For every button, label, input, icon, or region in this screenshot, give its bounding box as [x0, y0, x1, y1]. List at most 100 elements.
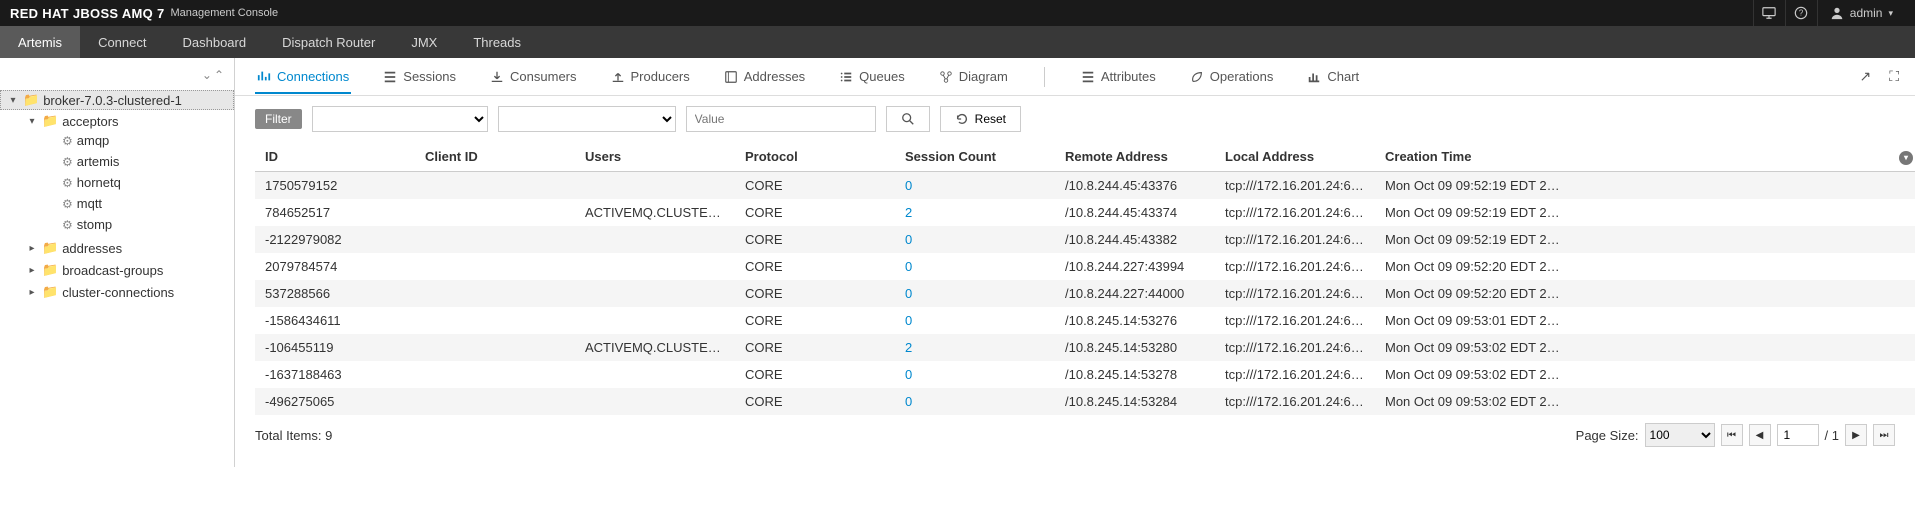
- table-cell: [415, 199, 575, 226]
- tree-label: stomp: [77, 217, 112, 232]
- tree-node-cluster-connections[interactable]: ▸ 📁 cluster-connections: [0, 283, 234, 301]
- table-cell: [575, 253, 735, 280]
- column-header[interactable]: Remote Address: [1055, 142, 1215, 172]
- tree-node-broadcast-groups[interactable]: ▸ 📁 broadcast-groups: [0, 261, 234, 279]
- first-page-button[interactable]: ⏮: [1721, 424, 1743, 446]
- column-picker-icon[interactable]: ▾: [1899, 151, 1913, 165]
- folder-icon: 📁: [42, 113, 58, 129]
- table-cell: CORE: [735, 253, 895, 280]
- table-cell: [415, 253, 575, 280]
- tree-node-mqtt[interactable]: ⚙ mqtt: [0, 195, 234, 212]
- tree-label: cluster-connections: [62, 285, 174, 300]
- column-header[interactable]: Client ID: [415, 142, 575, 172]
- tree-label: broadcast-groups: [62, 263, 163, 278]
- column-header[interactable]: Local Address: [1215, 142, 1375, 172]
- session-count-link[interactable]: 0: [905, 232, 912, 247]
- session-count-link[interactable]: 0: [905, 367, 912, 382]
- column-header[interactable]: Protocol: [735, 142, 895, 172]
- table-cell: -496275065: [255, 388, 415, 415]
- table-cell: -2122979082: [255, 226, 415, 253]
- caret-down-icon: ▾: [7, 95, 19, 106]
- table-cell: tcp:///172.16.201.24:61616: [1215, 199, 1375, 226]
- tree-label: addresses: [62, 241, 122, 256]
- subtab-addresses[interactable]: Addresses: [722, 61, 807, 93]
- reset-label: Reset: [975, 112, 1006, 126]
- gear-icon: ⚙: [62, 155, 73, 169]
- table-cell: /10.8.244.227:43994: [1055, 253, 1215, 280]
- column-header[interactable]: Creation Time: [1375, 142, 1889, 172]
- subtab-diagram[interactable]: Diagram: [937, 61, 1010, 93]
- reset-button[interactable]: Reset: [940, 106, 1021, 132]
- tree-node-addresses[interactable]: ▸ 📁 addresses: [0, 239, 234, 257]
- table-row[interactable]: -106455119ACTIVEMQ.CLUSTER.ADMI…CORE2/10…: [255, 334, 1915, 361]
- external-link-icon[interactable]: ↗: [1859, 68, 1871, 85]
- tree-node-acceptors[interactable]: ▾ 📁 acceptors: [0, 112, 234, 130]
- subtab-consumers[interactable]: Consumers: [488, 61, 578, 93]
- nav-tab-threads[interactable]: Threads: [455, 26, 539, 58]
- column-header[interactable]: Users: [575, 142, 735, 172]
- subtab-sessions[interactable]: Sessions: [381, 61, 458, 93]
- session-count-link[interactable]: 0: [905, 259, 912, 274]
- subtab-attributes[interactable]: Attributes: [1079, 61, 1158, 92]
- last-page-button[interactable]: ⏭: [1873, 424, 1895, 446]
- subtab-label: Queues: [859, 69, 905, 84]
- table-row[interactable]: -1637188463CORE0/10.8.245.14:53278tcp://…: [255, 361, 1915, 388]
- subtab-label: Producers: [631, 69, 690, 84]
- session-count-link[interactable]: 2: [905, 340, 912, 355]
- tree-node-amqp[interactable]: ⚙ amqp: [0, 132, 234, 149]
- subtabs: Connections Sessions Consumers Producers Add…: [235, 58, 1915, 96]
- column-header[interactable]: ID: [255, 142, 415, 172]
- table-row[interactable]: -2122979082CORE0/10.8.244.45:43382tcp://…: [255, 226, 1915, 253]
- table-cell: CORE: [735, 226, 895, 253]
- nav-tab-dashboard[interactable]: Dashboard: [164, 26, 264, 58]
- page-input[interactable]: [1777, 424, 1819, 446]
- table-row[interactable]: -1586434611CORE0/10.8.245.14:53276tcp://…: [255, 307, 1915, 334]
- table-cell: tcp:///172.16.201.24:61616: [1215, 361, 1375, 388]
- session-count-link[interactable]: 0: [905, 394, 912, 409]
- subtab-producers[interactable]: Producers: [609, 61, 692, 93]
- column-header[interactable]: Session Count: [895, 142, 1055, 172]
- tree-node-hornetq[interactable]: ⚙ hornetq: [0, 174, 234, 191]
- table-cell: 0: [895, 388, 1055, 415]
- search-button[interactable]: [886, 106, 930, 132]
- nav-tab-connect[interactable]: Connect: [80, 26, 164, 58]
- fullscreen-icon[interactable]: ⛶: [1889, 68, 1899, 85]
- filter-operator-select[interactable]: [498, 106, 676, 132]
- expand-all-icon[interactable]: ⌃: [214, 68, 224, 82]
- grid-footer: Total Items: 9 Page Size: 100 ⏮ ◀ / 1 ▶ …: [235, 415, 1915, 467]
- brand-subtitle: Management Console: [171, 7, 279, 19]
- tree-node-stomp[interactable]: ⚙ stomp: [0, 216, 234, 233]
- session-count-link[interactable]: 2: [905, 205, 912, 220]
- user-menu[interactable]: admin ▾: [1817, 0, 1905, 26]
- tree-node-broker[interactable]: ▾ 📁 broker-7.0.3-clustered-1: [0, 90, 234, 110]
- filter-field-select[interactable]: [312, 106, 488, 132]
- nav-tab-jmx[interactable]: JMX: [393, 26, 455, 58]
- table-row[interactable]: 2079784574CORE0/10.8.244.227:43994tcp://…: [255, 253, 1915, 280]
- table-row[interactable]: 1750579152CORE0/10.8.244.45:43376tcp:///…: [255, 172, 1915, 200]
- monitor-icon-button[interactable]: [1753, 0, 1785, 26]
- tree-node-artemis[interactable]: ⚙ artemis: [0, 153, 234, 170]
- table-cell: Mon Oct 09 09:53:02 EDT 2…: [1375, 388, 1889, 415]
- nav-tab-dispatch-router[interactable]: Dispatch Router: [264, 26, 393, 58]
- table-cell: [415, 361, 575, 388]
- table-cell: tcp:///172.16.201.24:61616: [1215, 307, 1375, 334]
- subtab-operations[interactable]: Operations: [1188, 61, 1276, 92]
- subtab-chart[interactable]: Chart: [1305, 61, 1361, 92]
- table-row[interactable]: 537288566CORE0/10.8.244.227:44000tcp:///…: [255, 280, 1915, 307]
- filter-value-input[interactable]: [686, 106, 876, 132]
- table-row[interactable]: -496275065CORE0/10.8.245.14:53284tcp:///…: [255, 388, 1915, 415]
- nav-tab-artemis[interactable]: Artemis: [0, 26, 80, 58]
- session-count-link[interactable]: 0: [905, 178, 912, 193]
- page-size-select[interactable]: 100: [1645, 423, 1715, 447]
- session-count-link[interactable]: 0: [905, 286, 912, 301]
- subtab-label: Sessions: [403, 69, 456, 84]
- help-icon-button[interactable]: ?: [1785, 0, 1817, 26]
- table-cell: -106455119: [255, 334, 415, 361]
- subtab-connections[interactable]: Connections: [255, 61, 351, 94]
- table-row[interactable]: 784652517ACTIVEMQ.CLUSTER.ADMI…CORE2/10.…: [255, 199, 1915, 226]
- collapse-all-icon[interactable]: ⌄: [202, 68, 212, 82]
- session-count-link[interactable]: 0: [905, 313, 912, 328]
- next-page-button[interactable]: ▶: [1845, 424, 1867, 446]
- subtab-queues[interactable]: Queues: [837, 61, 907, 93]
- prev-page-button[interactable]: ◀: [1749, 424, 1771, 446]
